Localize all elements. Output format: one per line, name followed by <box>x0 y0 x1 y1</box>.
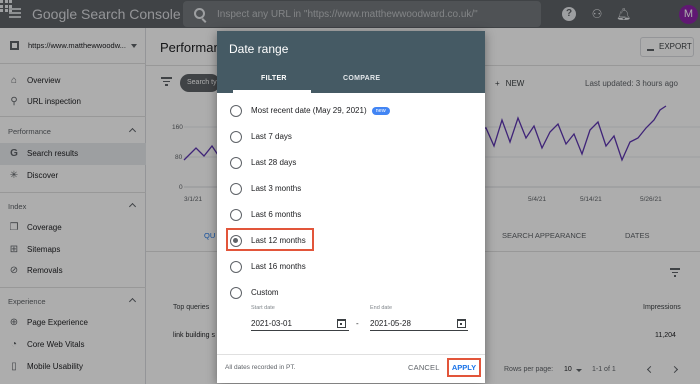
option-last-16-months[interactable]: Last 16 months <box>217 254 485 278</box>
active-tab-indicator <box>233 90 311 93</box>
cancel-button[interactable]: CANCEL <box>408 363 440 372</box>
dialog-title: Date range <box>229 42 289 56</box>
option-label: Custom <box>251 288 279 297</box>
option-last-7-days[interactable]: Last 7 days <box>217 124 485 148</box>
option-label: Last 3 months <box>251 184 302 193</box>
option-last-6-months[interactable]: Last 6 months <box>217 202 485 226</box>
highlight-box <box>226 228 314 251</box>
option-label-text: Most recent date (May 29, 2021) <box>251 106 367 115</box>
option-label: Last 28 days <box>251 158 297 167</box>
start-date-label: Start date <box>251 305 275 311</box>
option-last-3-months[interactable]: Last 3 months <box>217 176 485 200</box>
radio-button[interactable] <box>230 183 242 195</box>
apply-button[interactable]: APPLY <box>447 358 481 377</box>
radio-button[interactable] <box>230 157 242 169</box>
date-range-dialog: Date range FILTER COMPARE Most recent da… <box>217 31 485 383</box>
option-custom[interactable]: Custom <box>217 280 485 304</box>
new-badge: new <box>371 107 390 115</box>
option-label: Last 16 months <box>251 262 306 271</box>
option-most-recent-date[interactable]: Most recent date (May 29, 2021) new <box>217 98 485 122</box>
option-label: Last 7 days <box>251 132 292 141</box>
option-last-28-days[interactable]: Last 28 days <box>217 150 485 174</box>
radio-button[interactable] <box>230 209 242 221</box>
radio-button[interactable] <box>230 261 242 273</box>
calendar-icon[interactable] <box>337 319 346 328</box>
radio-button[interactable] <box>230 287 242 299</box>
radio-button[interactable] <box>230 131 242 143</box>
start-date-field[interactable]: 2021-03-01 <box>251 319 292 328</box>
calendar-icon[interactable] <box>457 319 466 328</box>
end-date-label: End date <box>370 305 393 311</box>
start-date-underline <box>251 330 349 331</box>
tab-compare[interactable]: COMPARE <box>343 75 380 82</box>
option-label: Last 6 months <box>251 210 302 219</box>
date-range-separator: - <box>356 319 359 328</box>
radio-button[interactable] <box>230 105 242 117</box>
dialog-footer: All dates recorded in PT. CANCEL APPLY <box>217 354 485 383</box>
dialog-header: Date range FILTER COMPARE <box>217 31 485 93</box>
tab-filter[interactable]: FILTER <box>261 75 287 82</box>
timezone-note: All dates recorded in PT. <box>225 364 296 371</box>
option-label: Most recent date (May 29, 2021) new <box>251 106 390 115</box>
end-date-field[interactable]: 2021-05-28 <box>370 319 411 328</box>
end-date-underline <box>370 330 468 331</box>
